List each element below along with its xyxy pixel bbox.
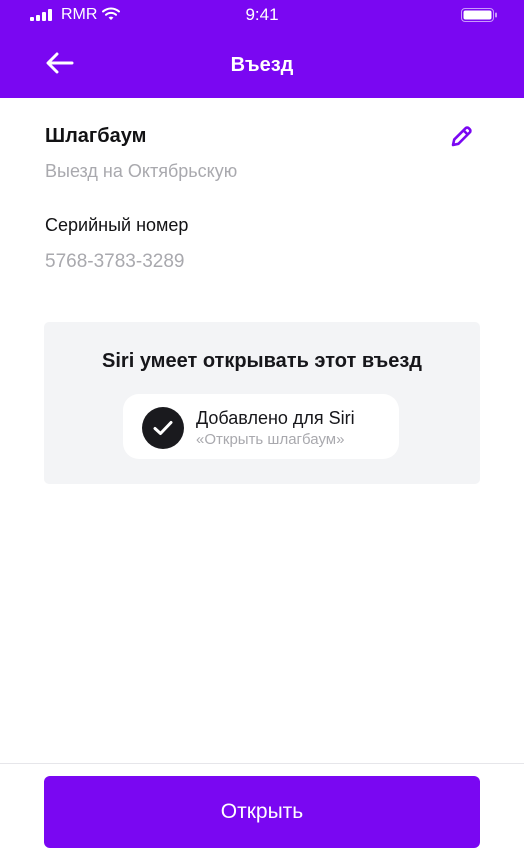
open-button[interactable]: Открыть bbox=[44, 776, 480, 848]
pencil-icon bbox=[448, 124, 474, 155]
serial-number-value: 5768-3783-3289 bbox=[45, 251, 185, 272]
checkmark-icon bbox=[142, 407, 184, 449]
status-bar: RMR 9:41 bbox=[0, 0, 524, 30]
status-time: 9:41 bbox=[245, 5, 279, 24]
serial-number-label: Серийный номер bbox=[45, 215, 189, 235]
siri-shortcut-button[interactable]: Добавлено для Siri «Открыть шлагбаум» bbox=[123, 394, 399, 459]
bottom-divider bbox=[0, 763, 524, 764]
barrier-subtitle: Выезд на Октябрьскую bbox=[45, 161, 238, 181]
battery-icon bbox=[461, 8, 498, 22]
nav-bar: Въезд bbox=[0, 30, 524, 98]
edit-button[interactable] bbox=[444, 122, 478, 156]
header: RMR 9:41 Въезд bbox=[0, 0, 524, 98]
page-title: Въезд bbox=[230, 54, 294, 76]
siri-phrase: «Открыть шлагбаум» bbox=[196, 431, 345, 448]
siri-added-label: Добавлено для Siri bbox=[196, 408, 355, 428]
siri-card: Siri умеет открывать этот въезд Добавлен… bbox=[44, 322, 480, 484]
barrier-title: Шлагбаум bbox=[45, 125, 147, 147]
siri-card-title: Siri умеет открывать этот въезд bbox=[102, 350, 422, 372]
